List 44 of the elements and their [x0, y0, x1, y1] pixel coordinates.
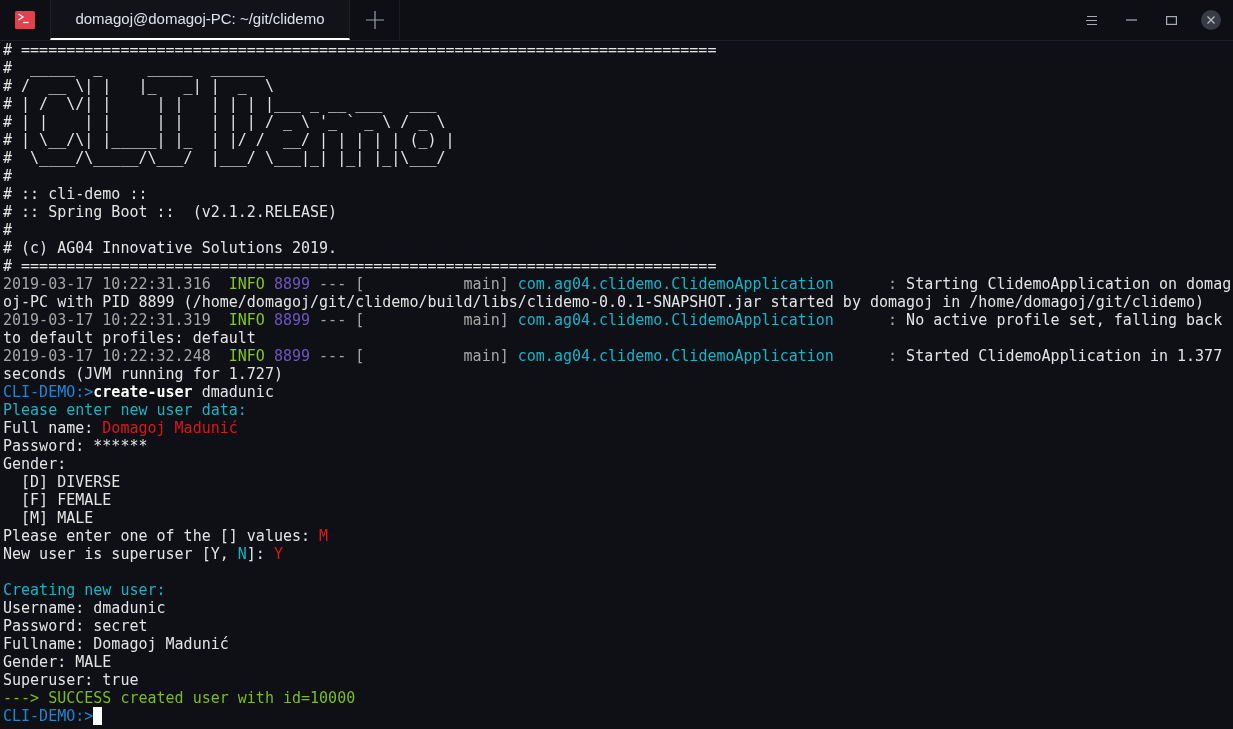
terminal-line: Gender: MALE: [3, 653, 112, 671]
log-line: 2019-03-17 10:22:32.248 INFO 8899 --- [ main] com.ag04.clidemo.ClidemoApplication : Started ClidemoApplication in 1.377: [3, 347, 1223, 365]
terminal-line: Please enter one of the [] values: M: [3, 527, 329, 545]
log-line: 2019-03-17 10:22:31.316 INFO 8899 --- [ main] com.ag04.clidemo.ClidemoApplication : Starting ClidemoApplication on domag: [3, 275, 1232, 293]
banner-line: # =============================================================================: [3, 257, 717, 275]
log-line: to default profiles: default: [3, 329, 256, 347]
terminal-line: [M] MALE: [20, 509, 94, 527]
terminal-line: Gender:: [3, 455, 67, 473]
terminal-icon: [15, 11, 35, 29]
minimize-icon[interactable]: [1125, 19, 1137, 21]
terminal-line: Superuser: true: [3, 671, 139, 689]
banner-line: # / __ \| | |_ _| | _ \: [3, 77, 274, 95]
maximize-icon[interactable]: [1165, 15, 1177, 25]
banner-line: # :: Spring Boot :: (v2.1.2.RELEASE): [3, 203, 338, 221]
log-line: 2019-03-17 10:22:31.319 INFO 8899 --- [ main] com.ag04.clidemo.ClidemoApplication : No active profile set, falling back: [3, 311, 1223, 329]
banner-line: # =============================================================================: [3, 41, 717, 59]
terminal-line: CLI-DEMO:>create-user dmadunic: [3, 383, 274, 401]
banner-line: # _____ _ _____ ______: [3, 59, 265, 77]
banner-line: # | | | | | | | | | / _ \ '_ ` _ \ / _ \: [3, 113, 446, 131]
terminal-line: Please enter new user data:: [3, 401, 247, 419]
plus-icon[interactable]: [365, 11, 384, 29]
banner-line: # :: cli-demo ::: [3, 185, 148, 203]
terminal-line: [F] FEMALE: [20, 491, 112, 509]
terminal-line: [D] DIVERSE: [20, 473, 121, 491]
close-icon[interactable]: [1201, 10, 1221, 30]
menu-icon[interactable]: [1085, 15, 1097, 25]
log-line: seconds (JVM running for 1.727): [3, 365, 283, 383]
banner-line: #: [3, 167, 13, 185]
banner-line: # | \__/\| |_____| |_ | |/ / __/ | | | | | (_) |: [3, 131, 455, 149]
terminal-line: Username: dmadunic: [3, 599, 166, 617]
banner-line: #: [3, 221, 13, 239]
terminal-line: Password: ******: [3, 437, 148, 455]
banner-line: # \____/\_____/\___/ |___/ \___|_| |_| |_|\___/: [3, 149, 446, 167]
terminal-line: Creating new user:: [3, 581, 166, 599]
terminal-line: Full name: Domagoj Madunić: [3, 419, 238, 437]
terminal-line: ---> SUCCESS created user with id=10000: [3, 689, 356, 707]
tab[interactable]: domagoj@domagoj-PC: ~/git/clidemo: [50, 0, 350, 40]
terminal-line: Password: secret: [3, 617, 148, 635]
banner-line: # (c) AG04 Innovative Solutions 2019.: [3, 239, 338, 257]
terminal-line: New user is superuser [Y, N]: Y: [3, 545, 283, 563]
log-line: oj-PC with PID 8899 (/home/domagoj/git/clidemo/build/libs/clidemo-0.0.1-SNAPSHOT.jar started by domagoj in /home/domagoj/git/clidemo): [3, 293, 1205, 311]
terminal-line: Fullname: Domagoj Madunić: [3, 635, 229, 653]
banner-line: # | / \/| | | | | | | |___ _ __ ___ ___: [3, 95, 437, 113]
prompt-text: CLI-DEMO:>: [3, 707, 94, 725]
